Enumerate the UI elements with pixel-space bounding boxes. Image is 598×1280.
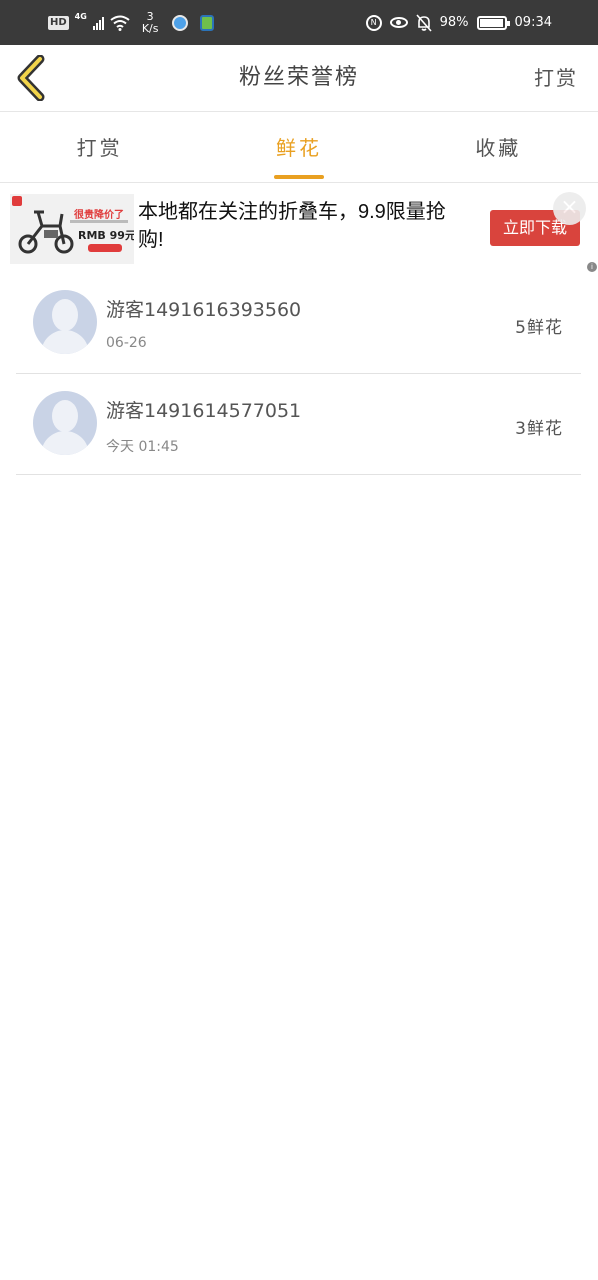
avatar [33,290,97,354]
ad-headline[interactable]: 本地都在关注的折叠车，9.9限量抢购! [138,198,468,254]
battery-icon [476,15,510,30]
fan-amount: 5鲜花 [515,318,563,338]
status-bar-left: HD 4G 3 K/s [48,0,215,45]
fan-list: 游客1491616393560 06-26 5鲜花 游客149161457705… [16,273,581,475]
ad-image-price: RMB 99元 [78,229,134,242]
status-bar-right: N 98% 09:34 [365,0,552,45]
reward-button[interactable]: 打赏 [534,45,578,111]
list-item[interactable]: 游客1491614577051 今天 01:45 3鲜花 [16,374,581,475]
tab-flowers[interactable]: 鲜花 [199,112,398,182]
hd-icon: HD [48,15,69,30]
fan-amount: 3鲜花 [515,419,563,439]
folding-bike-icon [18,210,74,254]
list-item[interactable]: 游客1491616393560 06-26 5鲜花 [16,273,581,374]
ad-close-icon[interactable]: × [553,192,586,225]
bell-muted-icon [416,13,432,32]
avatar-body-shape [41,330,89,354]
ad-image[interactable]: 很贵降价了 RMB 99元 [10,194,134,264]
network-speed-value: 3 [146,9,154,23]
ad-image-subtext [70,220,128,223]
ad-info-icon[interactable]: i [587,262,597,272]
page-title: 粉丝荣誉榜 [238,65,359,90]
ad-image-pill [88,244,122,252]
nfc-icon: N [365,14,382,31]
avatar-head-shape [52,400,78,432]
avatar-head-shape [52,299,78,331]
app-notification-icon [200,14,215,31]
network-type: 4G [74,12,87,21]
clock: 09:34 [514,15,552,30]
tab-favorites[interactable]: 收藏 [399,112,598,182]
network-speed: 3 K/s [141,9,159,35]
fan-name: 游客1491614577051 [106,400,302,422]
fan-time: 今天 01:45 [106,439,179,455]
eye-comfort-icon [389,17,408,28]
fan-name: 游客1491616393560 [106,299,302,321]
network-speed-unit: K/s [141,21,159,35]
avatar [33,391,97,455]
ad-image-headline: 很贵降价了 [74,210,124,221]
tab-bar: 打赏 鲜花 收藏 [0,112,598,183]
avatar-body-shape [41,431,89,455]
battery-percent: 98% [439,15,469,30]
fan-time: 06-26 [106,335,147,351]
ad-banner[interactable]: 很贵降价了 RMB 99元 本地都在关注的折叠车，9.9限量抢购! 立即下载 × [10,192,588,264]
app-header: 粉丝荣誉榜 打赏 [0,45,598,112]
wifi-icon [110,15,130,31]
status-bar: HD 4G 3 K/s N 98% 09:34 [0,0,598,45]
tab-reward[interactable]: 打赏 [0,112,199,182]
signal-icon [92,16,104,30]
browser-app-icon [172,14,189,31]
